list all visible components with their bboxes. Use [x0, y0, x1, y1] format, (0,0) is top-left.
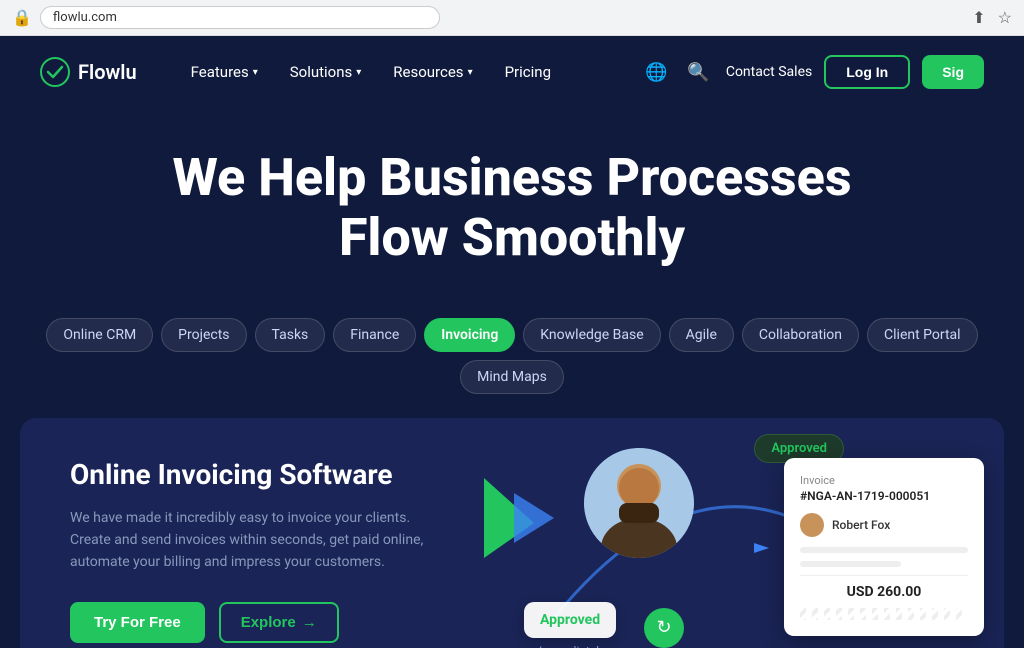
- tab-projects[interactable]: Projects: [161, 318, 246, 352]
- logo-icon: [40, 57, 70, 87]
- hero-title: We Help Business Processes Flow Smoothly: [162, 148, 862, 268]
- tab-agile[interactable]: Agile: [669, 318, 734, 352]
- resources-chevron-icon: ▾: [468, 67, 473, 78]
- content-title: Online Invoicing Software: [70, 458, 470, 491]
- nav-links: Features ▾ Solutions ▾ Resources ▾ Prici…: [177, 55, 641, 89]
- tab-finance[interactable]: Finance: [333, 318, 416, 352]
- globe-icon[interactable]: 🌐: [641, 58, 671, 87]
- tab-online-crm[interactable]: Online CRM: [46, 318, 153, 352]
- invoice-user: Robert Fox: [800, 513, 968, 537]
- tab-client-portal[interactable]: Client Portal: [867, 318, 978, 352]
- bookmark-icon[interactable]: ☆: [998, 8, 1012, 27]
- nav-features[interactable]: Features ▾: [177, 55, 272, 89]
- invoice-username: Robert Fox: [832, 518, 890, 532]
- invoice-user-avatar: [800, 513, 824, 537]
- explore-arrow-icon: →: [302, 614, 317, 631]
- logo-text: Flowlu: [78, 60, 137, 84]
- nav-solutions[interactable]: Solutions ▾: [276, 55, 376, 89]
- tab-tasks[interactable]: Tasks: [255, 318, 326, 352]
- nav-resources[interactable]: Resources ▾: [379, 55, 486, 89]
- contact-sales-link[interactable]: Contact Sales: [726, 64, 812, 80]
- illustration-area: Approved: [444, 418, 1004, 648]
- website: Flowlu Features ▾ Solutions ▾ Resources …: [0, 36, 1024, 648]
- feature-tabs: Online CRM Projects Tasks Finance Invoic…: [0, 318, 1024, 394]
- nav-right: 🌐 🔍 Contact Sales Log In Sig: [641, 55, 984, 89]
- tab-invoicing[interactable]: Invoicing: [424, 318, 515, 352]
- content-text-area: Online Invoicing Software We have made i…: [70, 458, 470, 643]
- invoice-line-2: [800, 561, 901, 567]
- navbar: Flowlu Features ▾ Solutions ▾ Resources …: [0, 36, 1024, 108]
- content-buttons: Try For Free Explore →: [70, 602, 470, 643]
- invoice-zigzag: [800, 608, 968, 620]
- share-icon[interactable]: ⬆: [972, 8, 985, 27]
- tab-knowledge-base[interactable]: Knowledge Base: [523, 318, 660, 352]
- small-arrow-icon: [754, 538, 774, 558]
- invoice-line-1: [800, 547, 968, 553]
- explore-button[interactable]: Explore →: [219, 602, 339, 643]
- solutions-chevron-icon: ▾: [356, 67, 361, 78]
- approved-status-card: Approved: [524, 602, 616, 638]
- logo[interactable]: Flowlu: [40, 57, 137, 87]
- invoice-label: Invoice: [800, 474, 968, 487]
- invoice-card: Invoice #NGA-AN-1719-000051 Robert Fox U…: [784, 458, 984, 636]
- browser-url-bar[interactable]: flowlu.com: [40, 6, 440, 29]
- refresh-icon: ↻: [644, 608, 684, 648]
- person-avatar: [584, 448, 694, 558]
- immediately-label: Immediately: [539, 644, 605, 648]
- tab-collaboration[interactable]: Collaboration: [742, 318, 859, 352]
- login-button[interactable]: Log In: [824, 55, 910, 89]
- invoice-amount: USD 260.00: [800, 575, 968, 608]
- content-section: Online Invoicing Software We have made i…: [20, 418, 1004, 648]
- tab-mind-maps[interactable]: Mind Maps: [460, 360, 564, 394]
- browser-action-icons: ⬆ ☆: [972, 8, 1012, 27]
- features-chevron-icon: ▾: [253, 67, 258, 78]
- signup-button[interactable]: Sig: [922, 55, 984, 89]
- browser-chrome: 🔒 flowlu.com ⬆ ☆: [0, 0, 1024, 36]
- search-icon[interactable]: 🔍: [683, 58, 713, 87]
- hero-section: We Help Business Processes Flow Smoothly: [0, 108, 1024, 318]
- browser-lock-icon: 🔒: [12, 8, 32, 27]
- invoice-number: #NGA-AN-1719-000051: [800, 489, 968, 503]
- try-for-free-button[interactable]: Try For Free: [70, 602, 205, 643]
- content-description: We have made it incredibly easy to invoi…: [70, 507, 430, 574]
- nav-pricing[interactable]: Pricing: [491, 55, 565, 89]
